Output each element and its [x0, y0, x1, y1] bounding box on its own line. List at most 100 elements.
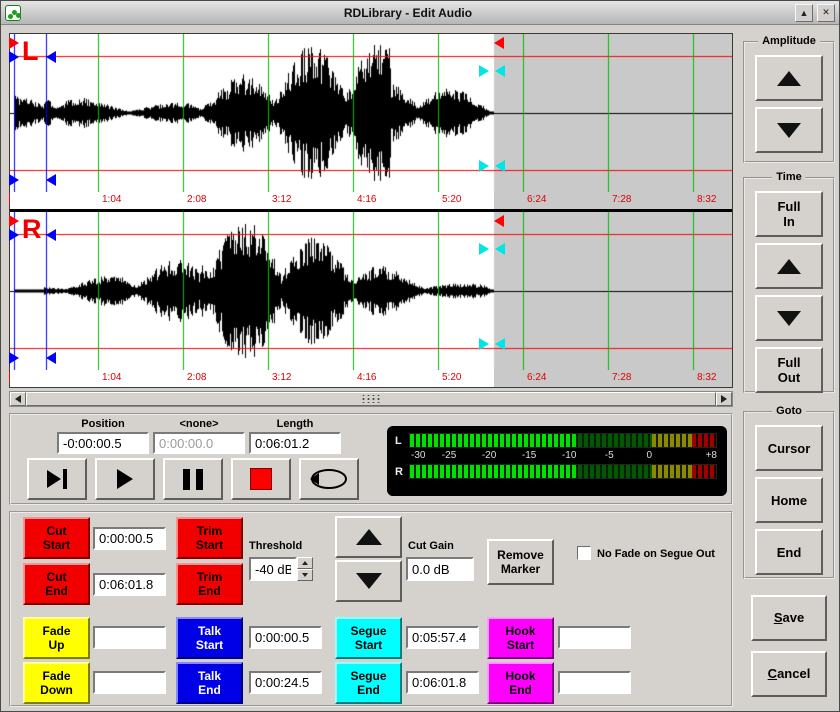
scroll-right-icon [721, 395, 727, 403]
meter-scale-tick: 0 [646, 450, 652, 461]
time-tick-label: 4:16 [357, 372, 376, 383]
cut-start-marker-icon[interactable] [9, 37, 19, 49]
trim-end-button[interactable]: Trim End [176, 563, 243, 605]
down-arrow-icon [356, 573, 382, 589]
meter-scale-tick: -10 [562, 450, 576, 461]
remove-marker-button[interactable]: Remove Marker [487, 539, 554, 585]
left-waveform-canvas[interactable] [10, 34, 732, 192]
pause-button[interactable] [163, 458, 223, 500]
cut-end-marker-icon[interactable] [494, 215, 504, 227]
fade-down-field[interactable] [93, 671, 166, 694]
talk-start-button[interactable]: Talk Start [176, 617, 243, 659]
gain-down-button[interactable] [335, 560, 402, 602]
left-channel-label: L [22, 36, 39, 67]
scroll-left-icon [15, 395, 21, 403]
cut-start-button[interactable]: Cut Start [23, 517, 90, 559]
cut-gain-field[interactable] [406, 557, 474, 581]
segue-end-marker-icon[interactable] [495, 243, 505, 255]
hook-end-button[interactable]: Hook End [487, 662, 554, 704]
segue-start-field[interactable] [406, 626, 479, 649]
play-from-start-button[interactable] [27, 458, 87, 500]
threshold-up-button[interactable] [297, 557, 313, 569]
time-tick-label: 3:12 [272, 372, 291, 383]
time-full-out-button[interactable]: Full Out [755, 347, 823, 393]
up-arrow-icon [777, 71, 801, 86]
meter-scale-tick: -30 [411, 450, 425, 461]
edit-audio-window: RDLibrary - Edit Audio ▲ ✕ L 1:04 2:08 3… [0, 0, 840, 712]
talk-end-marker-icon[interactable] [46, 352, 56, 364]
time-full-in-button[interactable]: Full In [755, 191, 823, 237]
no-fade-label: No Fade on Segue Out [597, 548, 715, 560]
cut-end-field[interactable] [93, 573, 166, 596]
play-icon [117, 469, 133, 489]
gain-up-button[interactable] [335, 516, 402, 558]
talk-end-button[interactable]: Talk End [176, 662, 243, 704]
segue-start-button[interactable]: Segue Start [335, 617, 402, 659]
segue-end-marker-icon[interactable] [495, 65, 505, 77]
position-field[interactable] [57, 432, 149, 454]
play-from-start-bar-icon [63, 469, 67, 489]
goto-home-button[interactable]: Home [755, 477, 823, 523]
cut-end-marker-icon[interactable] [494, 37, 504, 49]
segue-start-marker-icon[interactable] [479, 65, 489, 77]
amplitude-up-button[interactable] [755, 55, 823, 101]
segue-end-marker-icon[interactable] [495, 160, 505, 172]
waveform-scrollbar[interactable] [9, 391, 733, 407]
loop-button[interactable] [299, 458, 359, 500]
titlebar[interactable]: RDLibrary - Edit Audio ▲ ✕ [1, 1, 839, 25]
segue-end-field[interactable] [406, 671, 479, 694]
cut-end-button[interactable]: Cut End [23, 563, 90, 605]
amplitude-down-button[interactable] [755, 107, 823, 153]
time-tick-label: 2:08 [187, 372, 206, 383]
save-button[interactable]: Save [751, 595, 827, 641]
scroll-right-button[interactable] [716, 392, 732, 406]
talk-start-marker-icon[interactable] [9, 51, 19, 63]
scrollbar-thumb[interactable] [26, 392, 716, 406]
time-tick-label: 6:24 [527, 194, 546, 205]
talk-end-marker-icon[interactable] [46, 174, 56, 186]
goto-group-label: Goto [772, 405, 806, 417]
talk-end-marker-icon[interactable] [46, 51, 56, 63]
cut-start-field[interactable] [93, 527, 166, 550]
play-button[interactable] [95, 458, 155, 500]
hook-start-button[interactable]: Hook Start [487, 617, 554, 659]
hook-start-field[interactable] [558, 626, 631, 649]
threshold-spinbox[interactable] [249, 557, 313, 581]
trim-start-button[interactable]: Trim Start [176, 517, 243, 559]
threshold-down-button[interactable] [297, 569, 313, 581]
time-zoom-out-button[interactable] [755, 295, 823, 341]
fade-up-field[interactable] [93, 626, 166, 649]
fade-up-button[interactable]: Fade Up [23, 617, 90, 659]
segue-end-button[interactable]: Segue End [335, 662, 402, 704]
spin-down-icon [302, 573, 308, 577]
stop-button[interactable] [231, 458, 291, 500]
talk-start-marker-icon[interactable] [9, 229, 19, 241]
talk-start-marker-icon[interactable] [9, 174, 19, 186]
segue-start-marker-icon[interactable] [479, 243, 489, 255]
segue-start-marker-icon[interactable] [479, 338, 489, 350]
cancel-button[interactable]: Cancel [751, 651, 827, 697]
right-waveform-canvas[interactable] [10, 212, 732, 370]
segue-end-marker-icon[interactable] [495, 338, 505, 350]
fade-down-button[interactable]: Fade Down [23, 662, 90, 704]
goto-end-button[interactable]: End [755, 529, 823, 575]
scroll-left-button[interactable] [10, 392, 26, 406]
hook-end-field[interactable] [558, 671, 631, 694]
goto-cursor-button[interactable]: Cursor [755, 425, 823, 471]
talk-start-field[interactable] [249, 626, 322, 649]
goto-group: Goto Cursor Home End [743, 411, 835, 579]
talk-end-marker-icon[interactable] [46, 229, 56, 241]
meter-right-label: R [395, 466, 409, 478]
length-field[interactable] [249, 432, 341, 454]
time-group-label: Time [772, 171, 805, 183]
segue-start-marker-icon[interactable] [479, 160, 489, 172]
time-zoom-in-button[interactable] [755, 243, 823, 289]
shade-button[interactable]: ▲ [795, 4, 813, 22]
talk-end-field[interactable] [249, 671, 322, 694]
close-button[interactable]: ✕ [817, 4, 835, 22]
no-fade-checkbox[interactable] [577, 546, 591, 560]
talk-start-marker-icon[interactable] [9, 352, 19, 364]
threshold-input[interactable] [249, 557, 297, 581]
cut-start-marker-icon[interactable] [9, 215, 19, 227]
meter-scale-tick: -15 [522, 450, 536, 461]
